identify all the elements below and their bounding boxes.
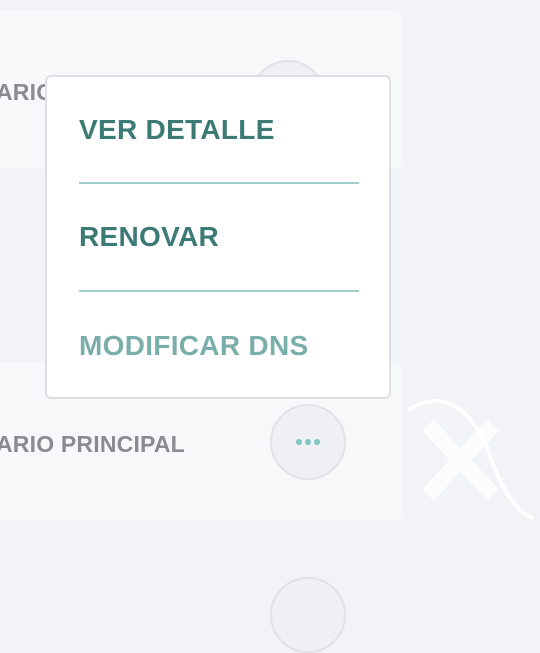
menu-item-modificar-dns[interactable]: MODIFICAR DNS	[79, 292, 359, 400]
options-dropdown-menu: VER DETALLE RENOVAR MODIFICAR DNS	[45, 75, 391, 399]
menu-item-renovar[interactable]: RENOVAR	[79, 184, 359, 292]
x-logo-watermark-icon	[406, 399, 534, 520]
account-card-label: ARIO PRINCIPAL	[0, 431, 185, 457]
menu-item-ver-detalle[interactable]: VER DETALLE	[79, 77, 359, 184]
more-options-button[interactable]	[270, 404, 346, 480]
more-horizontal-icon	[296, 439, 320, 445]
more-options-button[interactable]	[270, 577, 346, 653]
